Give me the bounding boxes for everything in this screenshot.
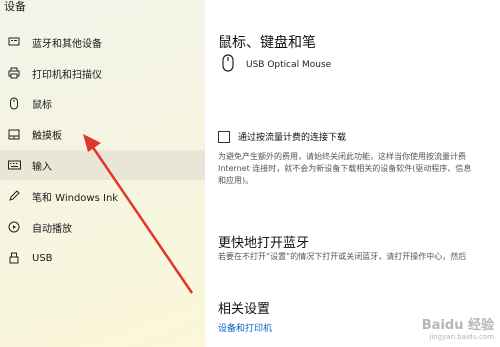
sidebar-item-label: 自动播放 [32, 223, 72, 235]
sidebar-item-autoplay[interactable]: 自动播放 [0, 212, 205, 242]
sidebar-item-label: 鼠标 [32, 99, 52, 111]
mouse-icon [6, 95, 22, 111]
settings-content: 鼠标、键盘和笔 USB Optical Mouse 通过按流量计费的连接下载 为… [205, 0, 500, 347]
device-usb-optical-mouse[interactable]: USB Optical Mouse [222, 54, 331, 76]
sidebar-item-typing[interactable]: 输入 [0, 150, 205, 180]
sidebar-item-mouse[interactable]: 鼠标 [0, 88, 205, 118]
sidebar-item-printers[interactable]: 打印机和扫描仪 [0, 58, 205, 88]
sidebar-item-label: 笔和 Windows Ink [32, 192, 119, 204]
watermark-url: jingyan.baidu.com [429, 333, 494, 341]
baidu-watermark: Baidu 经验 jingyan.baidu.com [422, 314, 494, 341]
sidebar-item-label: USB [32, 252, 53, 264]
metered-download-option[interactable]: 通过按流量计费的连接下载 [218, 130, 346, 143]
metered-download-label: 通过按流量计费的连接下载 [238, 133, 347, 143]
sidebar-item-label: 输入 [32, 161, 52, 173]
description-line: 和应用)。 [218, 176, 254, 185]
devices-and-printers-link[interactable]: 设备和打印机 [218, 321, 272, 334]
metered-download-description: 为避免产生额外的费用，请始终关闭此功能，这样当你使用按流量计费 Internet… [218, 151, 500, 187]
watermark-brand: Baidu 经验 [421, 318, 494, 333]
sidebar-item-label: 打印机和扫描仪 [32, 69, 102, 81]
device-name: USB Optical Mouse [246, 60, 332, 70]
sidebar-item-pen[interactable]: 笔和 Windows Ink [0, 181, 205, 211]
settings-sidebar: 设备 蓝牙和其他设备 打印机和扫描仪 鼠标 触摸板 输入 笔和 Windows … [0, 0, 205, 347]
description-line: 为避免产生额外的费用，请始终关闭此功能，这样当你使用按流量计费 [218, 152, 466, 161]
keyboard-icon [6, 157, 22, 173]
section-title-mouse-keyboard-pen: 鼠标、键盘和笔 [218, 35, 316, 51]
autoplay-icon [6, 219, 22, 235]
description-line: Internet 连接时，就不会为新设备下载相关的设备软件(驱动程序、信息 [218, 164, 472, 173]
sidebar-item-touchpad[interactable]: 触摸板 [0, 119, 205, 149]
sidebar-item-label: 触摸板 [32, 130, 62, 142]
related-settings-title: 相关设置 [218, 302, 271, 317]
sidebar-item-label: 蓝牙和其他设备 [32, 38, 102, 50]
usb-icon [6, 250, 22, 266]
bluetooth-section-title: 更快地打开蓝牙 [218, 236, 310, 251]
sidebar-title: 设备 [4, 0, 26, 13]
metered-download-checkbox[interactable] [218, 130, 230, 143]
sidebar-item-usb[interactable]: USB [0, 243, 205, 273]
touchpad-icon [6, 126, 22, 142]
sidebar-item-bluetooth[interactable]: 蓝牙和其他设备 [0, 27, 205, 57]
pen-icon [6, 188, 22, 204]
bluetooth-description: 若要在不打开“设置”的情况下打开或关闭蓝牙，请打开操作中心，然后 [218, 252, 467, 261]
bluetooth-devices-icon [6, 34, 22, 50]
printer-icon [6, 65, 22, 81]
mouse-device-icon [222, 54, 234, 76]
